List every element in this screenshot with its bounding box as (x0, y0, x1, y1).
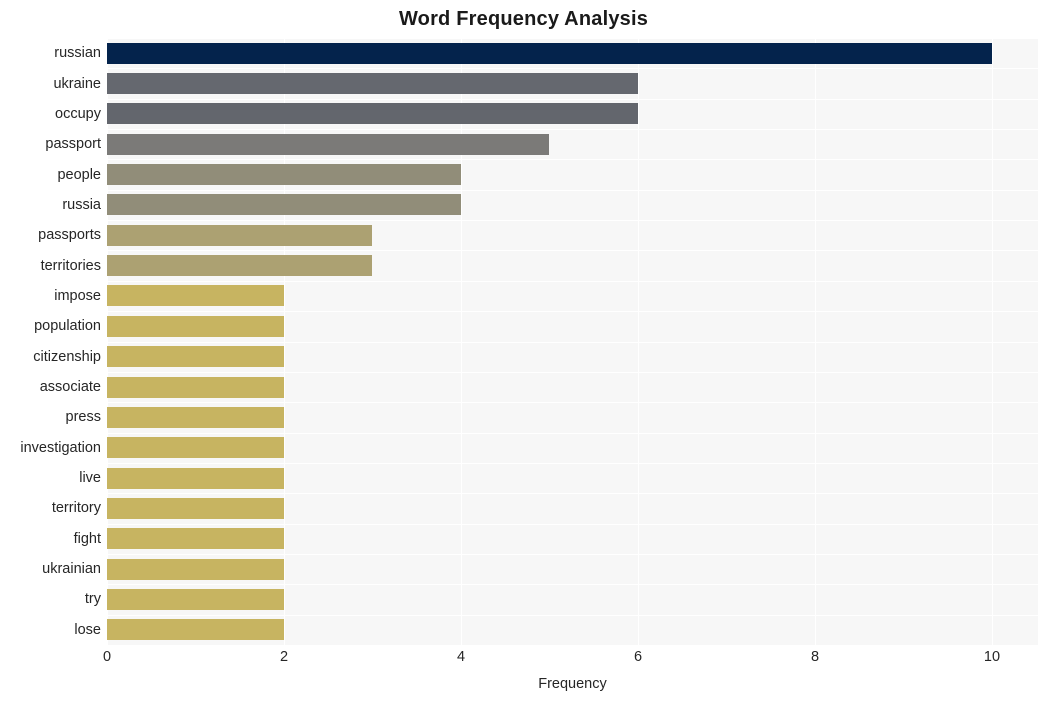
y-axis-tick-label: impose (54, 287, 101, 304)
bar (107, 315, 284, 337)
word-frequency-chart: Word Frequency Analysis russian ukraine oc… (0, 0, 1047, 701)
bar (107, 73, 638, 95)
bar (107, 437, 284, 459)
bar (107, 42, 992, 64)
y-axis-tick-label: associate (39, 379, 101, 396)
bar (107, 164, 461, 186)
bar (107, 588, 284, 610)
bar (107, 346, 284, 368)
chart-title: Word Frequency Analysis (398, 8, 649, 30)
bar (107, 497, 284, 519)
y-axis-tick-labels: russian ukraine occupy passport people russia… (0, 38, 101, 645)
bar (107, 133, 550, 155)
y-axis-tick-label: passports (38, 227, 101, 244)
bar (107, 528, 284, 550)
y-axis-tick-label: ukrainian (42, 561, 101, 578)
y-axis-tick-label: people (57, 166, 101, 183)
x-axis-tick-label: 8 (810, 649, 820, 665)
y-axis-tick-label: citizenship (33, 348, 101, 365)
x-axis-tick-label: 4 (456, 649, 466, 665)
y-axis-tick-label: try (84, 591, 101, 608)
bar (107, 285, 284, 307)
bar (107, 467, 284, 489)
x-axis-tick-label: 2 (279, 649, 289, 665)
bar (107, 194, 461, 216)
bar (107, 376, 284, 398)
y-axis-tick-label: live (79, 470, 101, 487)
x-axis-tick-labels: 0 2 4 6 8 10 (0, 648, 1047, 670)
bar (107, 406, 284, 428)
x-axis-tick-label: 6 (633, 649, 643, 665)
x-axis-tick-label: 10 (983, 649, 1001, 665)
y-axis-tick-label: press (65, 409, 101, 426)
bar (107, 558, 284, 580)
bar (107, 103, 638, 125)
x-axis-title: Frequency (538, 676, 607, 692)
y-axis-tick-label: occupy (55, 105, 101, 122)
y-axis-tick-label: russian (54, 45, 101, 62)
plot-area (107, 38, 1038, 645)
y-axis-tick-label: territory (51, 500, 101, 517)
y-axis-tick-label: lose (74, 621, 101, 638)
y-axis-tick-label: investigation (20, 439, 101, 456)
y-axis-tick-label: territories (40, 257, 101, 274)
y-axis-tick-label: passport (45, 136, 101, 153)
y-axis-tick-label: russia (62, 196, 101, 213)
y-axis-tick-label: ukraine (53, 75, 101, 92)
bars-group (107, 38, 1038, 645)
y-axis-tick-label: fight (73, 530, 101, 547)
y-axis-tick-label: population (34, 318, 101, 335)
bar (107, 619, 284, 641)
bar (107, 255, 373, 277)
x-axis-tick-label: 0 (102, 649, 112, 665)
bar (107, 224, 373, 246)
